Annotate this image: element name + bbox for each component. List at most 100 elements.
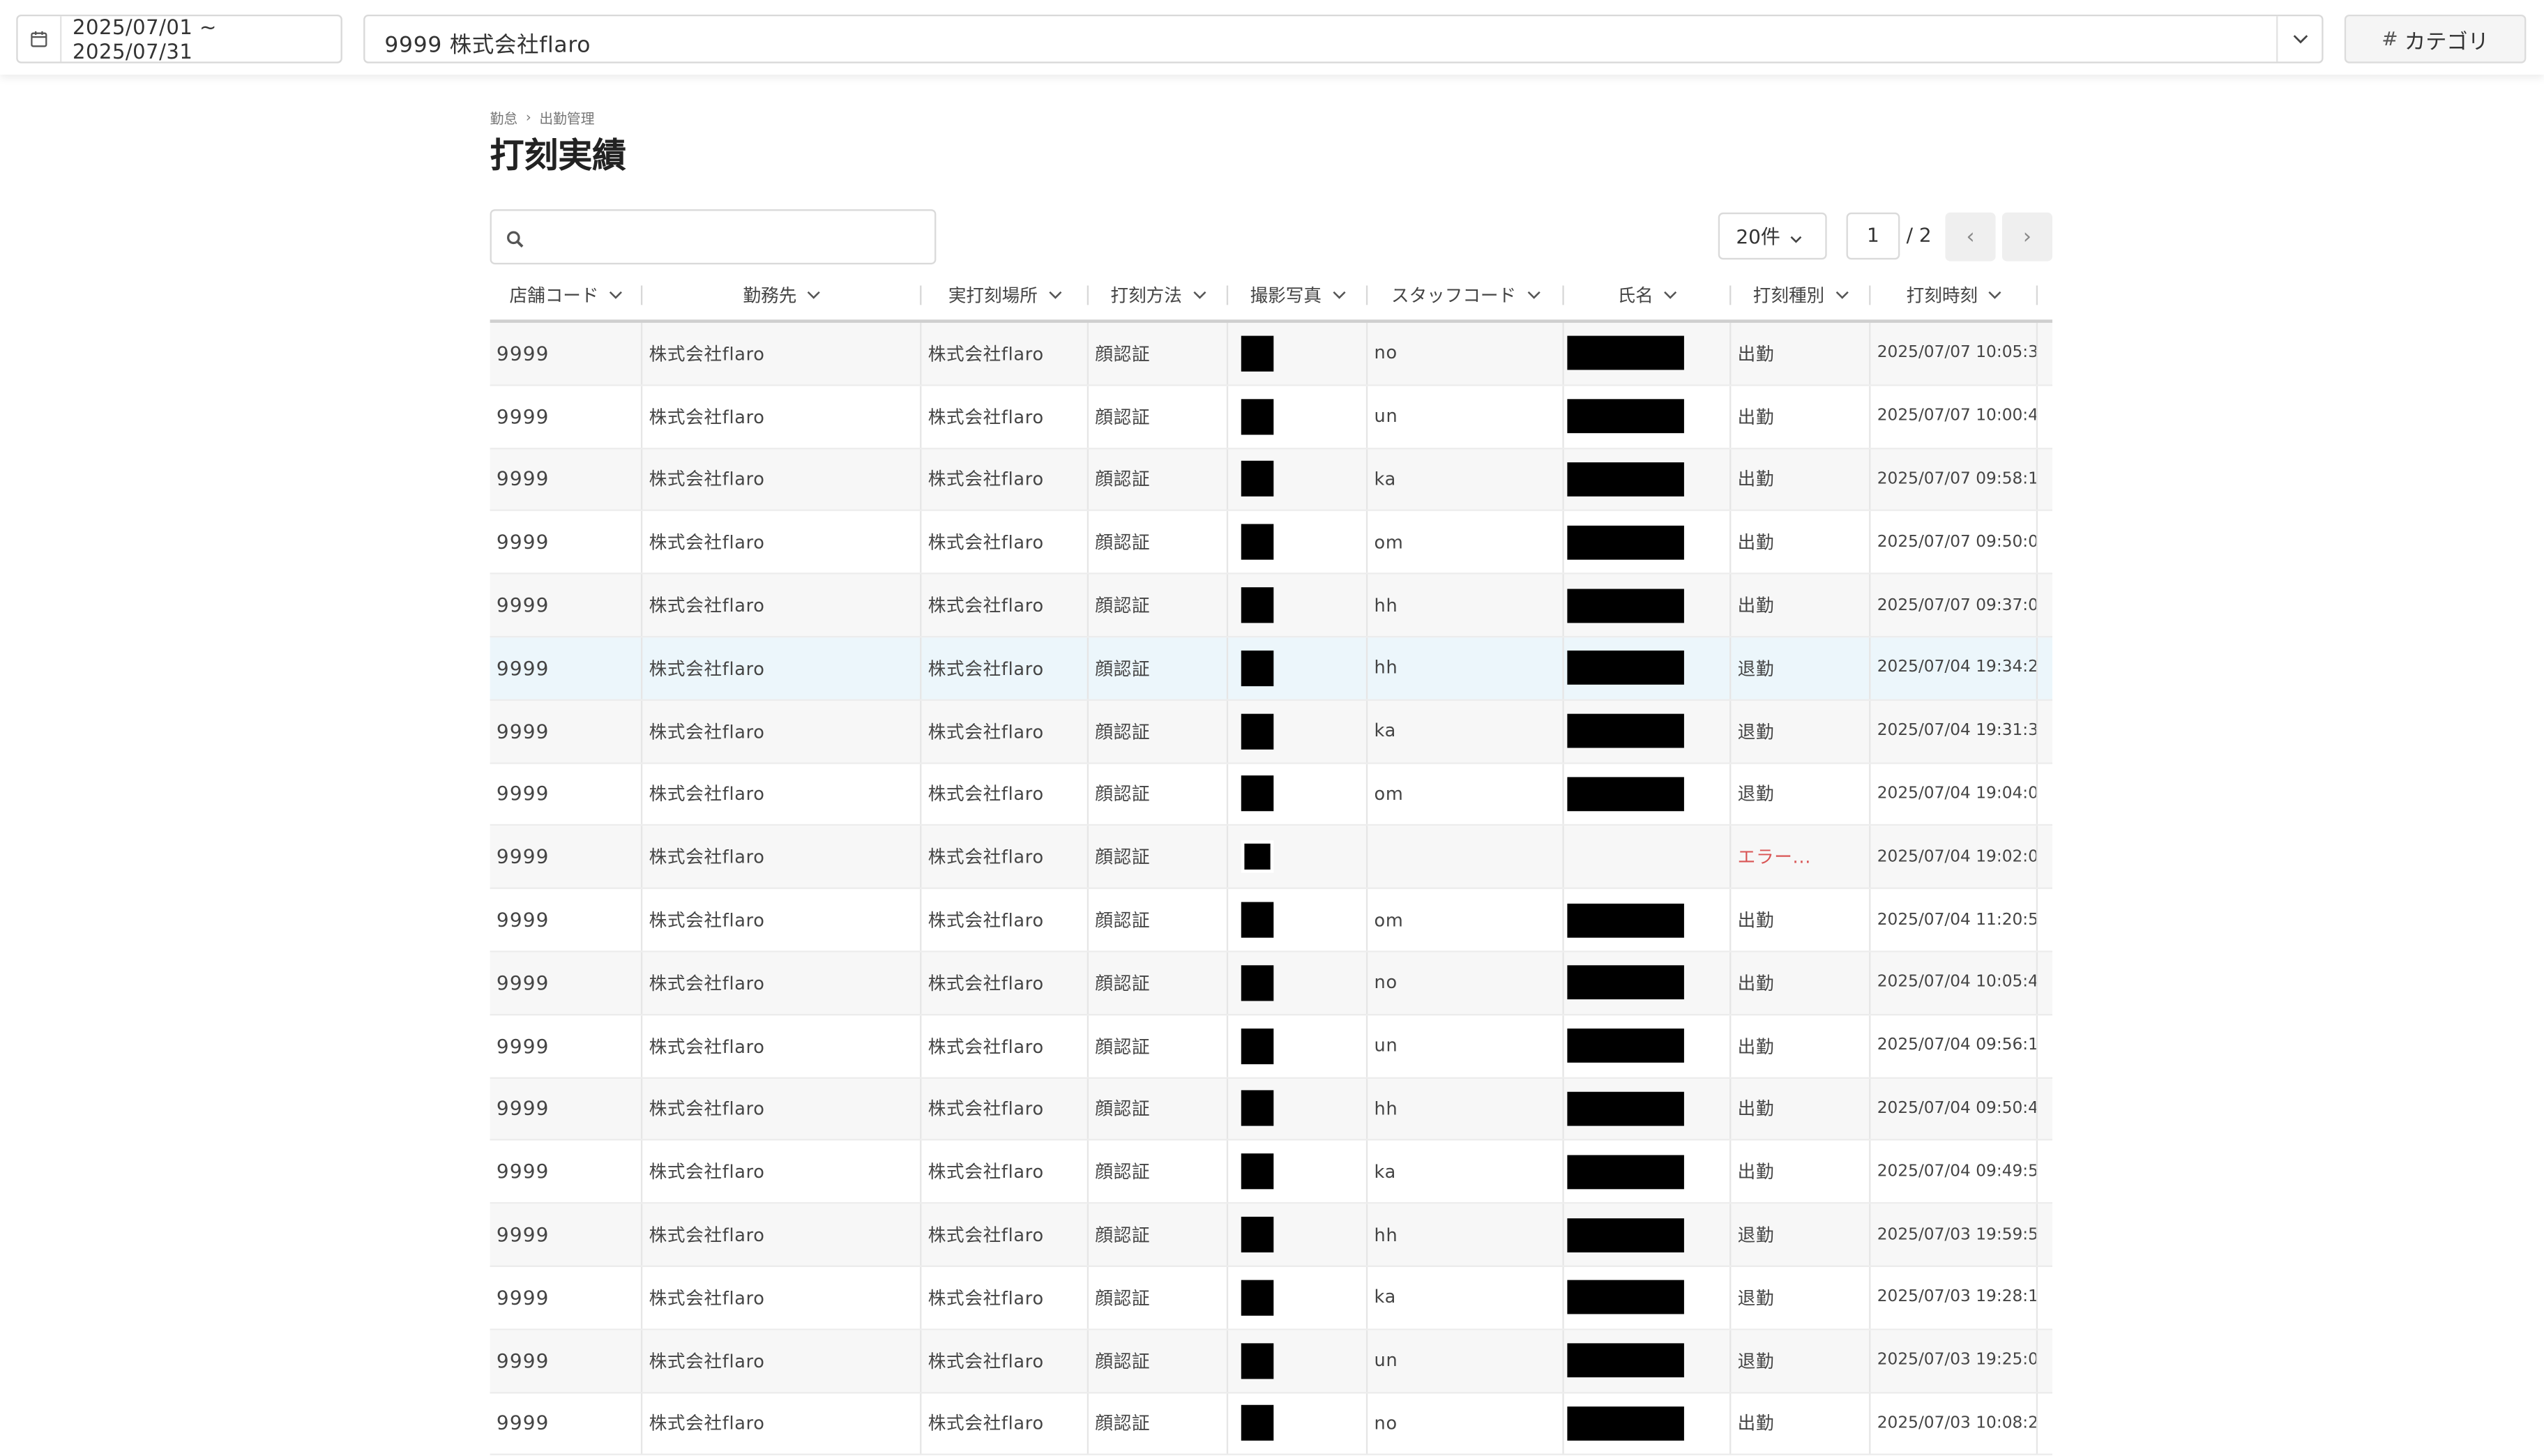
captured-photo-thumbnail[interactable]: [1241, 1405, 1274, 1441]
chevron-right-icon: ›: [525, 110, 531, 127]
cell-spacer: [2038, 1330, 2052, 1391]
prev-page-button[interactable]: ‹: [1945, 212, 1996, 261]
table-row[interactable]: 9999 株式会社flaro 株式会社flaro 顔認証 un 出勤 2025/07/07 …: [490, 386, 2053, 449]
cell-staff-code: ka: [1368, 448, 1564, 510]
captured-photo-thumbnail[interactable]: [1241, 1216, 1274, 1253]
captured-photo-thumbnail[interactable]: [1241, 1280, 1274, 1316]
cell-store-code: 9999: [490, 322, 643, 384]
date-range-picker[interactable]: 2025/07/01 ~ 2025/07/31: [16, 14, 342, 63]
table-row[interactable]: 9999 株式会社flaro 株式会社flaro 顔認証 ka 退勤 2025/07/03 …: [490, 1266, 2053, 1330]
column-header-punch-method[interactable]: 打刻方法: [1089, 269, 1229, 319]
chevron-down-icon[interactable]: [1834, 284, 1849, 305]
cell-punch-time: 2025/07/04 19:31:39: [1870, 700, 2038, 762]
column-header-punch-type[interactable]: 打刻種別: [1731, 269, 1871, 319]
cell-workplace: 株式会社flaro: [642, 1330, 922, 1392]
category-button[interactable]: # カテゴリ: [2344, 14, 2527, 63]
column-header-staff-code[interactable]: スタッフコード: [1368, 269, 1564, 319]
cell-photo: [1228, 700, 1368, 762]
cell-method: 顔認証: [1089, 889, 1229, 951]
table-row[interactable]: 9999 株式会社flaro 株式会社flaro 顔認証 no 出勤 2025/07/04 …: [490, 952, 2053, 1015]
table-row[interactable]: 9999 株式会社flaro 株式会社flaro 顔認証 un 出勤 2025/07/04 …: [490, 1015, 2053, 1079]
table-row[interactable]: 9999 株式会社flaro 株式会社flaro 顔認証 om 退勤 2025/07/04 …: [490, 763, 2053, 827]
cell-store-code: 9999: [490, 511, 643, 573]
chevron-down-icon[interactable]: [1192, 284, 1206, 305]
column-header-store-code[interactable]: 店舗コード: [490, 269, 643, 319]
chevron-down-icon[interactable]: [1526, 284, 1540, 305]
column-header-photo[interactable]: 撮影写真: [1228, 269, 1368, 319]
column-header-actual-location[interactable]: 実打刻場所: [921, 269, 1089, 319]
date-range-value[interactable]: 2025/07/01 ~ 2025/07/31: [61, 15, 341, 63]
cell-punch-type: 出勤: [1731, 889, 1871, 951]
cell-punch-type: 出勤: [1731, 1393, 1871, 1455]
captured-photo-thumbnail[interactable]: [1241, 964, 1274, 1001]
chevron-down-icon[interactable]: [806, 284, 821, 305]
table-row[interactable]: 9999 株式会社flaro 株式会社flaro 顔認証 ka 退勤 2025/07/04 …: [490, 700, 2053, 764]
column-header-punch-time[interactable]: 打刻時刻: [1870, 269, 2038, 319]
chevron-down-icon[interactable]: [1331, 284, 1346, 305]
table-row[interactable]: 9999 株式会社flaro 株式会社flaro 顔認証 hh 出勤 2025/07/04 …: [490, 1078, 2053, 1142]
redacted-name: [1567, 462, 1684, 496]
captured-photo-thumbnail[interactable]: [1241, 650, 1274, 686]
captured-photo-thumbnail[interactable]: [1244, 844, 1271, 870]
cell-punch-time: 2025/07/04 10:05:41: [1870, 952, 2038, 1014]
column-divider[interactable]: [2036, 285, 2038, 305]
table-header: 店舗コード 勤務先 実打刻場所 打刻方法 撮影写真 スタッフコード 氏名 打刻種別 打刻時刻: [490, 269, 2053, 323]
cell-method: 顔認証: [1089, 322, 1229, 384]
chevron-down-icon[interactable]: [2276, 16, 2322, 62]
table-row[interactable]: 9999 株式会社flaro 株式会社flaro 顔認証 ka 出勤 2025/07/07 …: [490, 448, 2053, 512]
captured-photo-thumbnail[interactable]: [1241, 524, 1274, 561]
table-row[interactable]: 9999 株式会社flaro 株式会社flaro 顔認証 om 出勤 2025/07/07 …: [490, 511, 2053, 575]
redacted-name: [1567, 902, 1684, 937]
per-page-select[interactable]: 20件: [1718, 212, 1827, 260]
redacted-name: [1567, 777, 1684, 812]
cell-punch-time: 2025/07/07 09:50:02: [1870, 511, 2038, 573]
page-number-input[interactable]: 1: [1846, 212, 1900, 260]
captured-photo-thumbnail[interactable]: [1241, 587, 1274, 623]
table-row[interactable]: 9999 株式会社flaro 株式会社flaro 顔認証 ka 出勤 2025/07/04 …: [490, 1141, 2053, 1204]
table-row[interactable]: 9999 株式会社flaro 株式会社flaro 顔認証 エラー... 2025/07/0…: [490, 826, 2053, 890]
cell-workplace: 株式会社flaro: [642, 386, 922, 448]
table-row[interactable]: 9999 株式会社flaro 株式会社flaro 顔認証 un 退勤 2025/07/03 …: [490, 1330, 2053, 1393]
cell-spacer: [2038, 1141, 2052, 1202]
column-header-workplace[interactable]: 勤務先: [642, 269, 922, 319]
captured-photo-thumbnail[interactable]: [1241, 902, 1274, 938]
table-row[interactable]: 9999 株式会社flaro 株式会社flaro 顔認証 no 出勤 2025/07/07 …: [490, 322, 2053, 386]
chevron-down-icon[interactable]: [608, 284, 623, 305]
cell-staff-code: no: [1368, 952, 1564, 1014]
breadcrumb-item[interactable]: 出勤管理: [539, 109, 594, 128]
search-input[interactable]: [490, 209, 937, 265]
captured-photo-thumbnail[interactable]: [1241, 398, 1274, 434]
column-header-name[interactable]: 氏名: [1564, 269, 1732, 319]
store-select[interactable]: 9999 株式会社flaro: [363, 14, 2324, 63]
calendar-icon[interactable]: [18, 16, 61, 62]
captured-photo-thumbnail[interactable]: [1241, 461, 1274, 498]
captured-photo-thumbnail[interactable]: [1241, 1028, 1274, 1064]
table-row[interactable]: 9999 株式会社flaro 株式会社flaro 顔認証 hh 退勤 2025/07/03 …: [490, 1204, 2053, 1267]
captured-photo-thumbnail[interactable]: [1241, 1342, 1274, 1379]
table-row[interactable]: 9999 株式会社flaro 株式会社flaro 顔認証 hh 出勤 2025/07/07 …: [490, 575, 2053, 638]
captured-photo-thumbnail[interactable]: [1241, 1091, 1274, 1127]
table-row[interactable]: 9999 株式会社flaro 株式会社flaro 顔認証 no 出勤 2025/07/03 …: [490, 1393, 2053, 1456]
cell-punch-time: 2025/07/03 19:25:01: [1870, 1330, 2038, 1392]
breadcrumb: 勤怠 › 出勤管理: [490, 109, 595, 128]
cell-workplace: 株式会社flaro: [642, 448, 922, 510]
cell-name: [1564, 826, 1732, 888]
captured-photo-thumbnail[interactable]: [1241, 335, 1274, 372]
cell-staff-code: om: [1368, 889, 1564, 951]
cell-punch-time: 2025/07/04 09:50:48: [1870, 1078, 2038, 1140]
cell-punch-time: 2025/07/07 10:05:34: [1870, 322, 2038, 384]
captured-photo-thumbnail[interactable]: [1241, 776, 1274, 812]
chevron-down-icon[interactable]: [1047, 284, 1062, 305]
next-page-button[interactable]: ›: [2001, 212, 2053, 261]
table-row[interactable]: 9999 株式会社flaro 株式会社flaro 顔認証 hh 退勤 2025/07/04 …: [490, 637, 2053, 701]
cell-name: [1564, 448, 1732, 510]
captured-photo-thumbnail[interactable]: [1241, 713, 1274, 750]
store-select-value[interactable]: 9999 株式会社flaro: [384, 26, 591, 59]
chevron-down-icon[interactable]: [1987, 284, 2002, 305]
captured-photo-thumbnail[interactable]: [1241, 1153, 1274, 1190]
table-row[interactable]: 9999 株式会社flaro 株式会社flaro 顔認証 om 出勤 2025/07/04 …: [490, 889, 2053, 953]
chevron-down-icon[interactable]: [1663, 284, 1678, 305]
cell-photo: [1228, 637, 1368, 699]
punch-record-table: 店舗コード 勤務先 実打刻場所 打刻方法 撮影写真 スタッフコード 氏名 打刻種別 打刻時刻 9…: [490, 269, 2053, 1456]
breadcrumb-item[interactable]: 勤怠: [490, 109, 518, 128]
